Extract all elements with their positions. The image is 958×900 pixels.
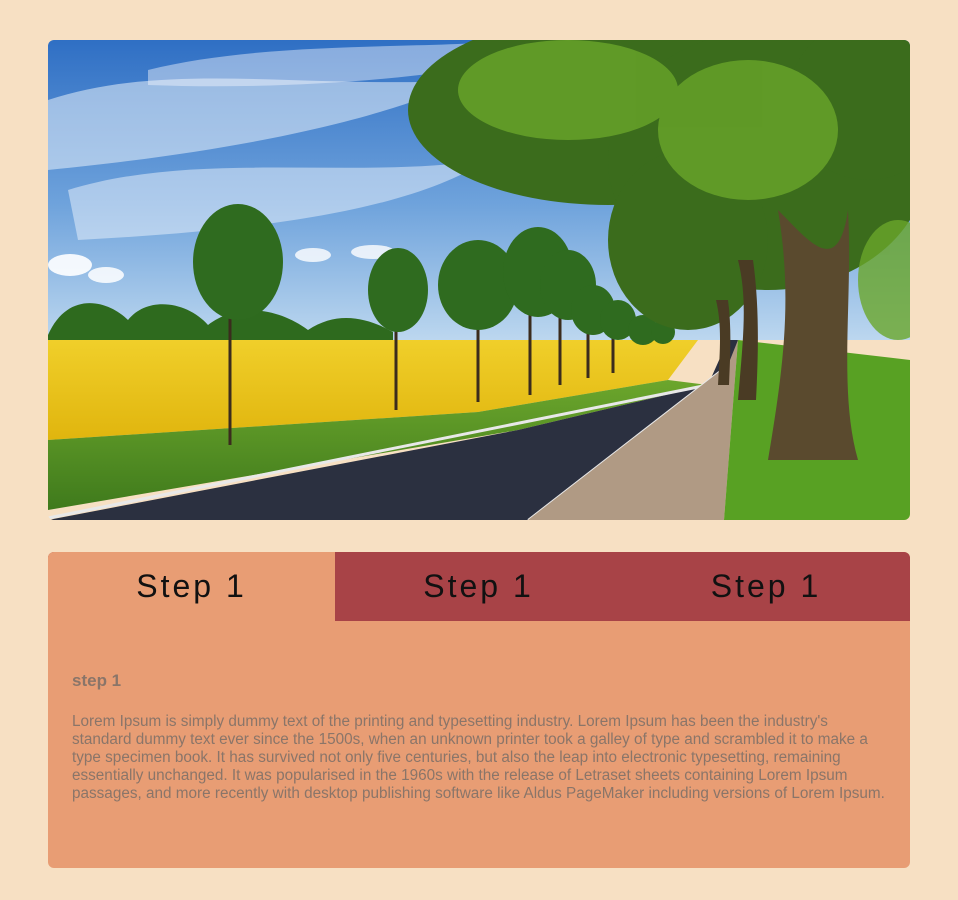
tab-bar: Step 1 Step 1 Step 1 xyxy=(48,552,910,621)
tab-step-2[interactable]: Step 1 xyxy=(335,552,622,621)
content-heading: step 1 xyxy=(72,671,122,690)
countryside-road-photo xyxy=(48,40,910,520)
tab-step-1[interactable]: Step 1 xyxy=(48,552,335,621)
content-body: Lorem Ipsum is simply dummy text of the … xyxy=(72,713,885,802)
hero-image xyxy=(48,40,910,520)
step-tabs-panel: Step 1 Step 1 Step 1 step 1 Lorem Ipsum … xyxy=(48,552,910,868)
tab-step-3[interactable]: Step 1 xyxy=(622,552,910,621)
tab-content: step 1 Lorem Ipsum is simply dummy text … xyxy=(48,621,910,803)
